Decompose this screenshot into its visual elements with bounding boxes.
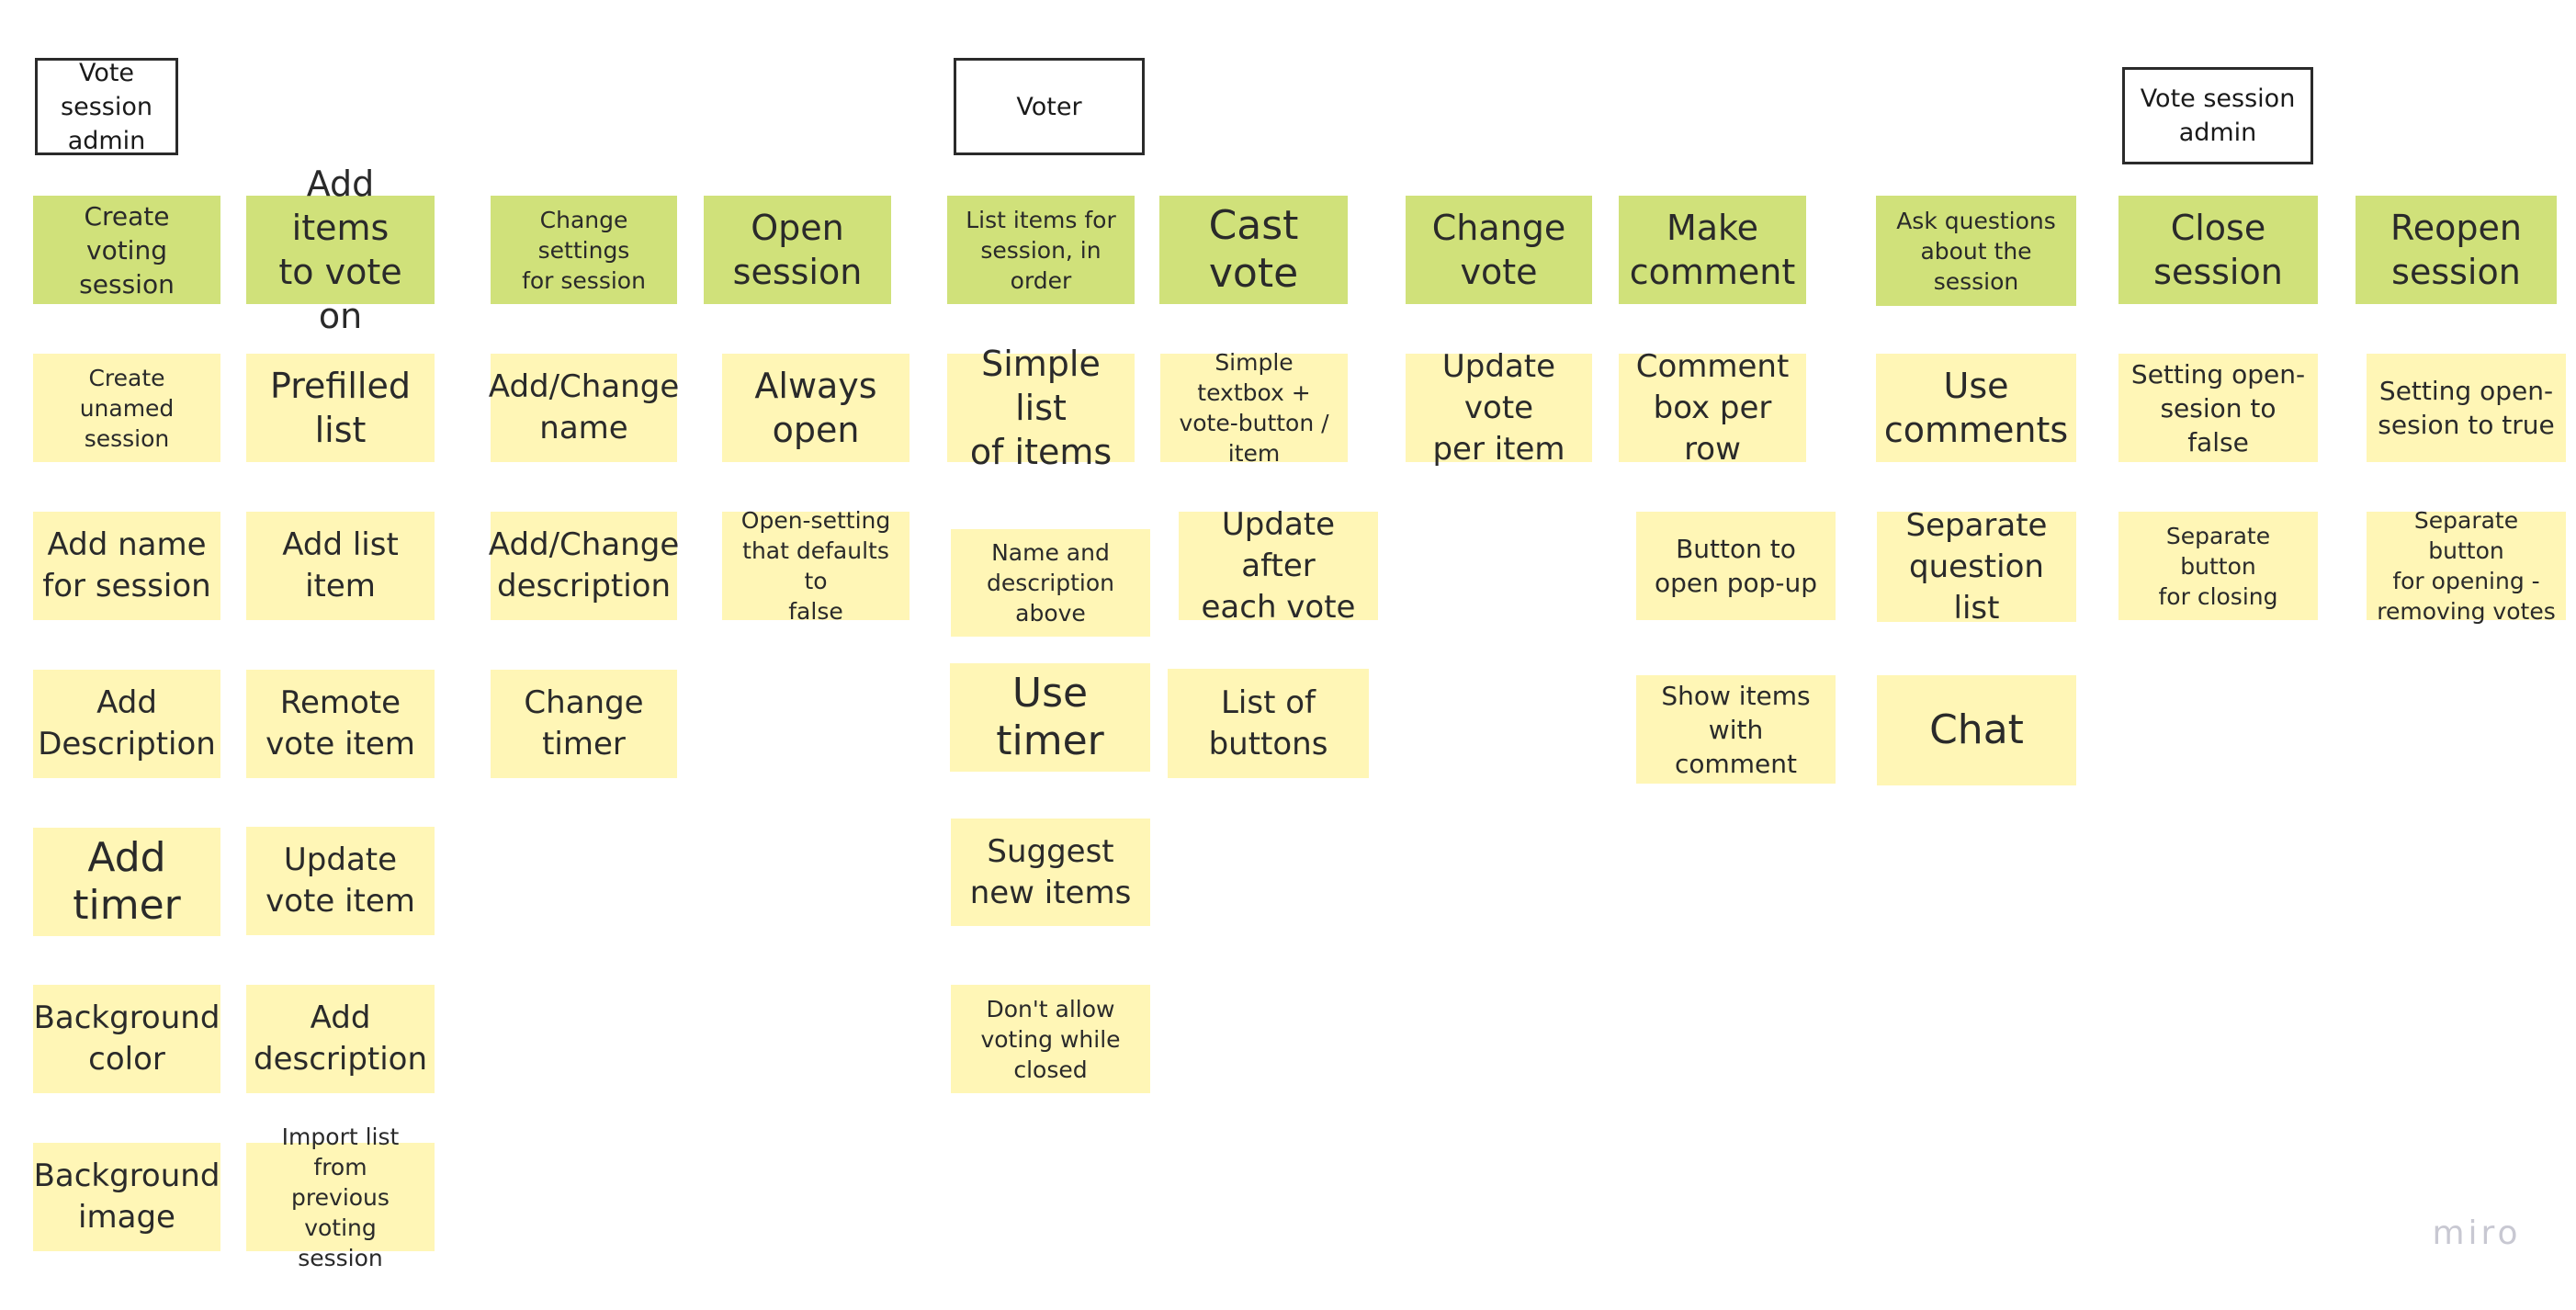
story-sticky-change-timer[interactable]: Change timer	[491, 670, 677, 778]
epic-sticky-open-session[interactable]: Open session	[704, 196, 891, 304]
epic-sticky-change-vote[interactable]: Change vote	[1406, 196, 1592, 304]
story-sticky-simple-textbox-vote-button[interactable]: Simple textbox + vote-button / item	[1160, 349, 1348, 467]
story-sticky-suggest-new-items[interactable]: Suggest new items	[951, 819, 1150, 926]
story-sticky-add-change-description[interactable]: Add/Change description	[489, 512, 679, 620]
story-sticky-update-vote-item[interactable]: Update vote item	[246, 827, 435, 935]
story-sticky-setting-open-session-true[interactable]: Setting open- sesion to true	[2367, 354, 2566, 462]
epic-sticky-list-items-for-session[interactable]: List items for session, in order	[947, 196, 1135, 304]
header-vote-session-admin-right[interactable]: Vote session admin	[2122, 67, 2313, 164]
story-sticky-setting-open-session-false[interactable]: Setting open- sesion to false	[2118, 354, 2318, 462]
story-sticky-show-items-with-comment[interactable]: Show items with comment	[1636, 675, 1836, 784]
story-sticky-chat[interactable]: Chat	[1877, 675, 2076, 785]
story-sticky-button-to-open-popup[interactable]: Button to open pop-up	[1636, 512, 1836, 620]
story-sticky-always-open[interactable]: Always open	[722, 354, 910, 462]
story-sticky-separate-button-opening[interactable]: Separate button for opening - removing v…	[2367, 507, 2566, 625]
epic-sticky-add-items-to-vote-on[interactable]: Add items to vote on	[246, 164, 435, 336]
story-sticky-comment-box-per-row[interactable]: Comment box per row	[1619, 348, 1806, 468]
epic-sticky-cast-vote[interactable]: Cast vote	[1159, 196, 1348, 304]
story-sticky-add-description-item[interactable]: Add description	[246, 985, 435, 1093]
miro-board[interactable]: Vote session admin Voter Vote session ad…	[0, 0, 2576, 1310]
story-sticky-add-name-for-session[interactable]: Add name for session	[33, 512, 220, 620]
story-sticky-open-setting-default-false[interactable]: Open-setting that defaults to false	[722, 507, 910, 625]
story-sticky-create-unamed-session[interactable]: Create unamed session	[33, 354, 220, 462]
story-sticky-list-of-buttons[interactable]: List of buttons	[1168, 669, 1369, 778]
epic-sticky-ask-questions[interactable]: Ask questions about the session	[1876, 196, 2076, 306]
epic-sticky-reopen-session[interactable]: Reopen session	[2356, 196, 2557, 304]
epic-sticky-create-voting-session[interactable]: Create voting session	[33, 196, 220, 304]
story-sticky-use-timer[interactable]: Use timer	[950, 663, 1150, 772]
story-sticky-use-comments[interactable]: Use comments	[1876, 354, 2076, 462]
story-sticky-simple-list-of-items[interactable]: Simple list of items	[947, 344, 1135, 472]
story-sticky-prefilled-list[interactable]: Prefilled list	[246, 354, 435, 462]
epic-sticky-close-session[interactable]: Close session	[2118, 196, 2318, 304]
story-sticky-add-description[interactable]: Add Description	[33, 670, 220, 778]
story-sticky-background-image[interactable]: Background image	[33, 1143, 220, 1251]
story-sticky-background-color[interactable]: Background color	[33, 985, 220, 1093]
story-sticky-update-after-each-vote[interactable]: Update after each vote	[1179, 506, 1378, 626]
miro-logo: miro	[2432, 1214, 2522, 1252]
story-sticky-separate-question-list[interactable]: Separate question list	[1877, 507, 2076, 627]
story-sticky-import-list[interactable]: Import list from previous voting session	[246, 1124, 435, 1271]
story-sticky-update-vote-per-item[interactable]: Update vote per item	[1406, 348, 1592, 468]
header-voter[interactable]: Voter	[954, 58, 1145, 155]
story-sticky-name-and-description-above[interactable]: Name and description above	[951, 529, 1150, 637]
header-vote-session-admin-left[interactable]: Vote session admin	[35, 58, 178, 155]
story-sticky-remote-vote-item[interactable]: Remote vote item	[246, 670, 435, 778]
story-sticky-dont-allow-voting-while-closed[interactable]: Don't allow voting while closed	[951, 985, 1150, 1093]
epic-sticky-make-comment[interactable]: Make comment	[1619, 196, 1806, 304]
story-sticky-add-change-name[interactable]: Add/Change name	[489, 354, 679, 462]
story-sticky-add-list-item[interactable]: Add list item	[246, 512, 435, 620]
story-sticky-separate-button-closing[interactable]: Separate button for closing	[2118, 512, 2318, 620]
story-sticky-add-timer[interactable]: Add timer	[33, 828, 220, 936]
epic-sticky-change-settings[interactable]: Change settings for session	[491, 196, 677, 304]
